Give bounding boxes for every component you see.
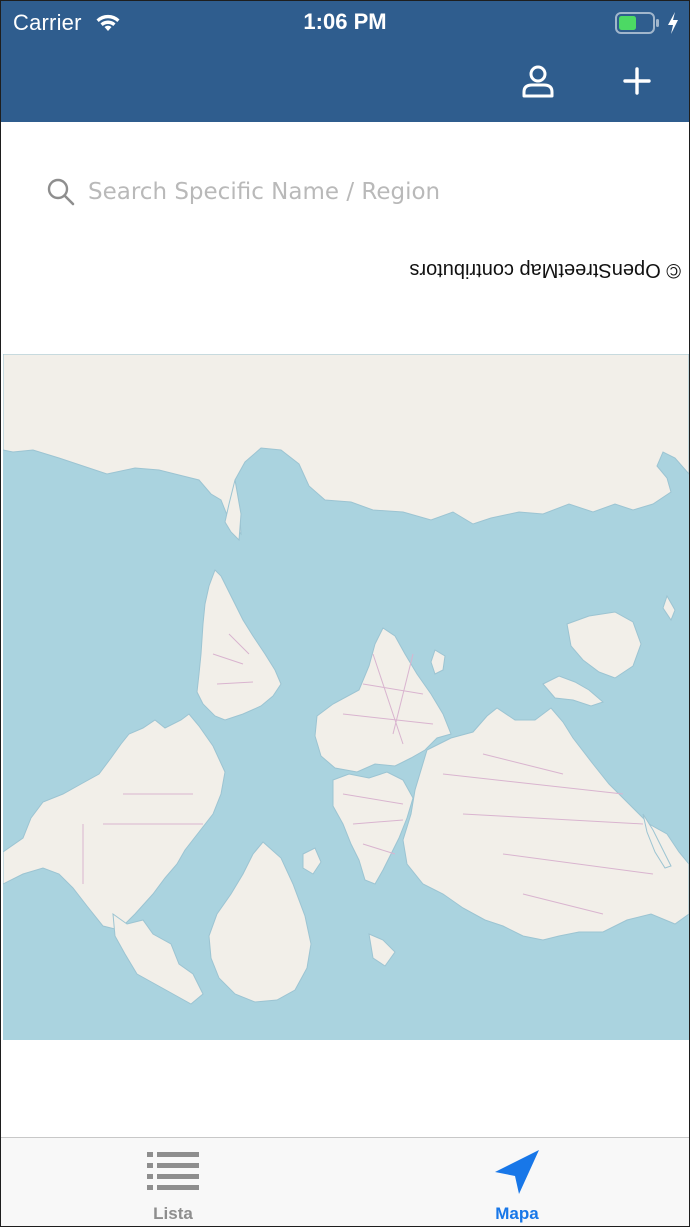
tab-lista[interactable]: Lista	[1, 1138, 345, 1226]
navigation-bar: Carrier 1:06 PM	[1, 1, 689, 122]
tab-mapa[interactable]: Mapa	[345, 1138, 689, 1226]
plus-icon	[623, 67, 651, 95]
list-icon	[147, 1152, 199, 1190]
search-bar[interactable]	[46, 166, 646, 218]
world-map[interactable]	[3, 354, 689, 1040]
search-input[interactable]	[88, 179, 608, 205]
profile-button[interactable]	[518, 61, 558, 101]
status-time: 1:06 PM	[303, 9, 387, 34]
map-attribution[interactable]: © OpenStreetMap contributors	[381, 258, 681, 281]
battery-icon	[615, 12, 659, 34]
search-icon	[47, 178, 75, 206]
status-bar: Carrier 1:06 PM	[1, 1, 689, 45]
app-window: Carrier 1:06 PM Search Specific Name / R…	[0, 0, 690, 1227]
tab-lista-label: Lista	[153, 1204, 193, 1223]
location-arrow-icon	[495, 1150, 539, 1194]
user-icon	[522, 65, 554, 98]
tab-mapa-label: Mapa	[495, 1204, 539, 1223]
tab-bar: Lista Mapa	[1, 1137, 689, 1226]
add-button[interactable]	[617, 61, 657, 101]
charging-bolt-icon	[668, 12, 678, 34]
